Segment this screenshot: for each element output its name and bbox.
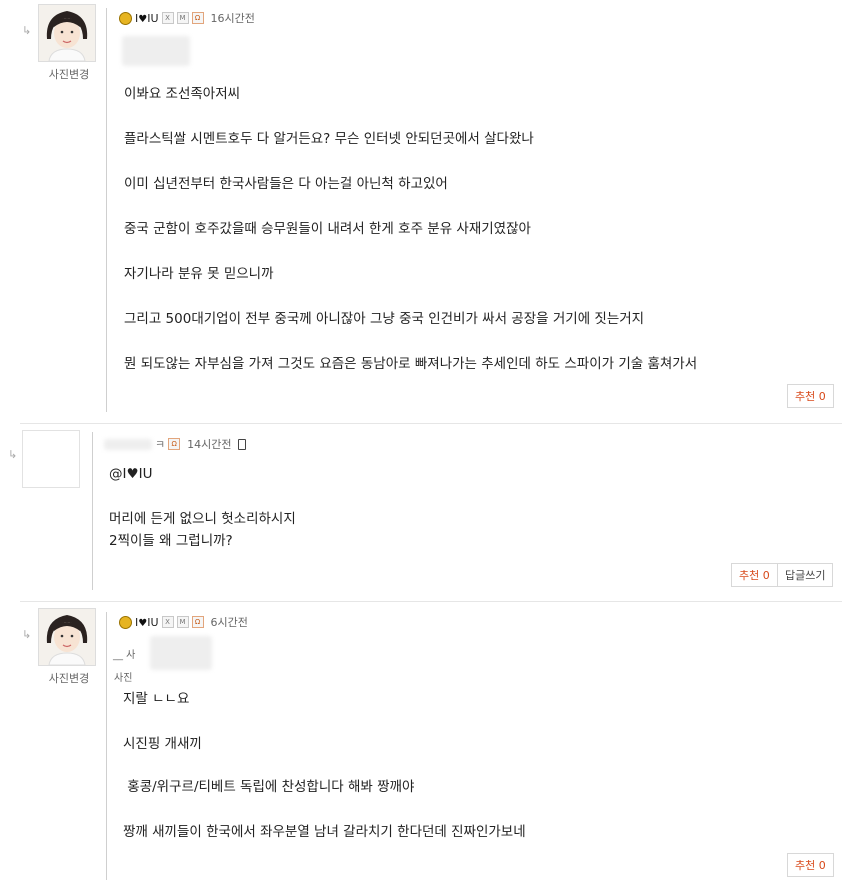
avatar[interactable] (22, 430, 80, 488)
comment-line: 지랄 ㄴㄴ요 (123, 691, 190, 707)
comment-line: 머리에 든게 없으니 헛소리하시지 (109, 511, 296, 527)
level-badge-icon (119, 615, 132, 629)
reply-arrow-icon: ↳ (8, 448, 18, 461)
comment-line: @I♥IU (109, 466, 153, 482)
comment-time: 14시간전 (187, 438, 232, 451)
rank-icon: Ω (191, 616, 204, 628)
comment-line: 2찍이들 왜 그럽니까? (109, 533, 233, 549)
quoted-text: 사진 (114, 673, 133, 684)
author-nickname-blurred[interactable] (104, 438, 152, 450)
reply-arrow-icon: ↳ (22, 24, 32, 37)
avatar[interactable] (38, 4, 96, 62)
comment-line: 중국 군함이 호주갔을때 승무원들이 내려서 한게 호주 분유 사재기였잖아 (124, 221, 531, 237)
recommend-button[interactable]: 추천 0 (731, 563, 778, 587)
m-icon: M (176, 616, 189, 628)
x-icon: X (161, 616, 174, 628)
quoted-text: __ 사 (113, 650, 136, 661)
quoted-blurred-area (122, 36, 190, 66)
photo-change-label[interactable]: 사진변경 (34, 66, 104, 82)
comment-line: 플라스틱쌀 시멘트호두 다 알거든요? 무슨 인터넷 안되던곳에서 살다왔나 (124, 131, 534, 147)
comment-line: 이봐요 조선족아저씨 (124, 86, 241, 102)
author-nickname[interactable]: I♥IU (135, 616, 159, 629)
comment-line: 이미 십년전부터 한국사람들은 다 아는걸 아닌척 하고있어 (124, 176, 448, 192)
recommend-button[interactable]: 추천 0 (787, 384, 834, 408)
avatar-girl-icon (39, 609, 95, 665)
level-badge-icon (119, 11, 132, 25)
comment-line: 자기나라 분유 못 믿으니까 (124, 266, 274, 282)
comment-header: I♥IU X M Ω 16시간전 (119, 10, 255, 26)
comment-divider (20, 423, 842, 424)
comment-line: 홍콩/위구르/티베트 독립에 찬성합니다 해봐 짱깨야 (123, 779, 415, 795)
m-icon: M (176, 12, 189, 24)
comment-line: 뭔 되도않는 자부심을 가져 그것도 요즘은 동남아로 빠져나가는 추세인데 하… (124, 356, 698, 372)
recommend-button[interactable]: 추천 0 (787, 853, 834, 877)
avatar[interactable] (38, 608, 96, 666)
comment-time: 6시간전 (210, 616, 248, 629)
comment-indent-line (106, 8, 107, 412)
rank-icon: Ω (168, 438, 181, 450)
comment-line: 짱깨 새끼들이 한국에서 좌우분열 남녀 갈라치기 한다던데 진짜인가보네 (123, 824, 526, 840)
comment-indent-line (92, 432, 93, 590)
rank-icon: Ω (191, 12, 204, 24)
phone-icon (238, 438, 247, 450)
author-nickname-suffix: ㅋ (155, 438, 166, 451)
quoted-blurred-area (150, 636, 212, 670)
avatar-girl-icon (39, 5, 95, 61)
comment-line: 그리고 500대기업이 전부 중국께 아니잖아 그냥 중국 인건비가 싸서 공장… (124, 311, 645, 327)
comment-header: I♥IU X M Ω 6시간전 (119, 614, 248, 630)
comment-time: 16시간전 (210, 12, 255, 25)
author-nickname[interactable]: I♥IU (135, 12, 159, 25)
comment-divider (20, 601, 842, 602)
comment-indent-line (106, 612, 107, 880)
x-icon: X (161, 12, 174, 24)
reply-button[interactable]: 답글쓰기 (777, 563, 834, 587)
comment-line: 시진핑 개새끼 (123, 736, 202, 752)
comment-header: ㅋ Ω 14시간전 (104, 436, 247, 452)
reply-arrow-icon: ↳ (22, 628, 32, 641)
photo-change-label[interactable]: 사진변경 (34, 670, 104, 686)
